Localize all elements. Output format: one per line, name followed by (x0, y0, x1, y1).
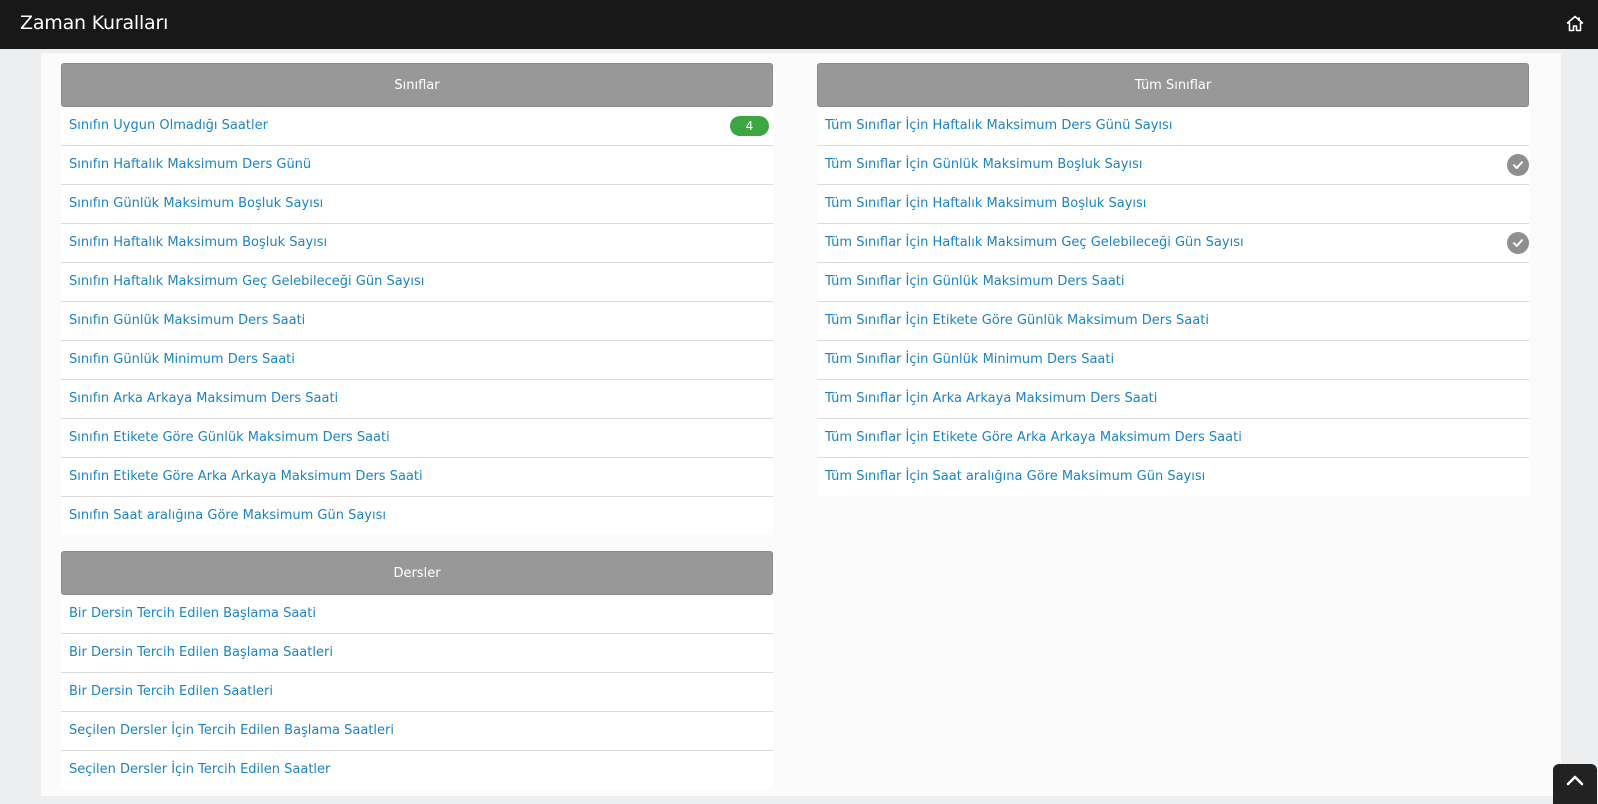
rule-label: Sınıfın Günlük Maksimum Ders Saati (69, 313, 306, 328)
check-icon (1507, 154, 1529, 176)
siniflar-panel-header: Sınıflar (61, 63, 773, 107)
rule-label: Sınıfın Haftalık Maksimum Boşluk Sayısı (69, 235, 328, 250)
tum-siniflar-rule-link[interactable]: Tüm Sınıflar İçin Günlük Maksimum Ders S… (817, 263, 1529, 302)
tum-siniflar-rule-link[interactable]: Tüm Sınıflar İçin Saat aralığına Göre Ma… (817, 458, 1529, 496)
rule-label: Sınıfın Etikete Göre Arka Arkaya Maksimu… (69, 469, 423, 484)
rule-label: Tüm Sınıflar İçin Etikete Göre Günlük Ma… (825, 313, 1209, 328)
dersler-list: Bir Dersin Tercih Edilen Başlama Saati Bi… (61, 595, 773, 789)
dersler-panel-header: Dersler (61, 551, 773, 595)
siniflar-rule-link[interactable]: Sınıfın Uygun Olmadığı Saatler 4 (61, 107, 773, 146)
dersler-rule-link[interactable]: Bir Dersin Tercih Edilen Saatleri (61, 673, 773, 712)
rule-label: Bir Dersin Tercih Edilen Başlama Saati (69, 606, 316, 621)
rules-content: Sınıflar Sınıfın Uygun Olmadığı Saatler 4… (41, 53, 1561, 796)
rule-label: Sınıfın Etikete Göre Günlük Maksimum Der… (69, 430, 390, 445)
rule-label: Tüm Sınıflar İçin Saat aralığına Göre Ma… (825, 469, 1206, 484)
rule-label: Tüm Sınıflar İçin Haftalık Maksimum Geç … (825, 235, 1244, 250)
tum-siniflar-rule-link[interactable]: Tüm Sınıflar İçin Haftalık Maksimum Boşl… (817, 185, 1529, 224)
rule-label: Sınıfın Günlük Maksimum Boşluk Sayısı (69, 196, 324, 211)
rule-label: Tüm Sınıflar İçin Haftalık Maksimum Ders… (825, 118, 1173, 133)
siniflar-rule-link[interactable]: Sınıfın Günlük Maksimum Ders Saati (61, 302, 773, 341)
tum-siniflar-rule-link[interactable]: Tüm Sınıflar İçin Günlük Maksimum Boşluk… (817, 146, 1529, 185)
chevron-up-icon (1566, 775, 1584, 786)
siniflar-rule-link[interactable]: Sınıfın Günlük Maksimum Boşluk Sayısı (61, 185, 773, 224)
dersler-rule-link[interactable]: Bir Dersin Tercih Edilen Başlama Saati (61, 595, 773, 634)
tum-siniflar-panel: Tüm Sınıflar Tüm Sınıflar İçin Haftalık … (817, 63, 1529, 496)
dersler-rule-link[interactable]: Seçilen Dersler İçin Tercih Edilen Başla… (61, 712, 773, 751)
dersler-panel: Dersler Bir Dersin Tercih Edilen Başlama… (61, 551, 773, 789)
rule-label: Bir Dersin Tercih Edilen Başlama Saatler… (69, 645, 333, 660)
siniflar-rule-link[interactable]: Sınıfın Günlük Minimum Ders Saati (61, 341, 773, 380)
tum-siniflar-rule-link[interactable]: Tüm Sınıflar İçin Haftalık Maksimum Geç … (817, 224, 1529, 263)
siniflar-rule-link[interactable]: Sınıfın Saat aralığına Göre Maksimum Gün… (61, 497, 773, 535)
rule-label: Sınıfın Günlük Minimum Ders Saati (69, 352, 295, 367)
siniflar-rule-link[interactable]: Sınıfın Haftalık Maksimum Boşluk Sayısı (61, 224, 773, 263)
tum-siniflar-rule-link[interactable]: Tüm Sınıflar İçin Arka Arkaya Maksimum D… (817, 380, 1529, 419)
rule-label: Sınıfın Haftalık Maksimum Geç Gelebilece… (69, 274, 425, 289)
rule-label: Sınıfın Uygun Olmadığı Saatler (69, 118, 268, 133)
rule-label: Tüm Sınıflar İçin Günlük Maksimum Boşluk… (825, 157, 1143, 172)
siniflar-rule-link[interactable]: Sınıfın Haftalık Maksimum Geç Gelebilece… (61, 263, 773, 302)
siniflar-rule-link[interactable]: Sınıfın Etikete Göre Günlük Maksimum Der… (61, 419, 773, 458)
rule-label: Sınıfın Haftalık Maksimum Ders Günü (69, 157, 312, 172)
page-title: Zaman Kuralları (20, 12, 169, 34)
tum-siniflar-rule-link[interactable]: Tüm Sınıflar İçin Haftalık Maksimum Ders… (817, 107, 1529, 146)
siniflar-list: Sınıfın Uygun Olmadığı Saatler 4 Sınıfın H… (61, 107, 773, 535)
dersler-rule-link[interactable]: Bir Dersin Tercih Edilen Başlama Saatler… (61, 634, 773, 673)
rule-label: Tüm Sınıflar İçin Günlük Maksimum Ders S… (825, 274, 1125, 289)
rule-label: Seçilen Dersler İçin Tercih Edilen Saatl… (69, 762, 331, 777)
home-icon[interactable] (1566, 15, 1584, 33)
tum-siniflar-rule-link[interactable]: Tüm Sınıflar İçin Etikete Göre Günlük Ma… (817, 302, 1529, 341)
siniflar-panel: Sınıflar Sınıfın Uygun Olmadığı Saatler 4… (61, 63, 773, 535)
siniflar-rule-link[interactable]: Sınıfın Arka Arkaya Maksimum Ders Saati (61, 380, 773, 419)
check-icon (1507, 232, 1529, 254)
rule-label: Tüm Sınıflar İçin Arka Arkaya Maksimum D… (825, 391, 1158, 406)
rule-label: Sınıfın Saat aralığına Göre Maksimum Gün… (69, 508, 386, 523)
rule-label: Seçilen Dersler İçin Tercih Edilen Başla… (69, 723, 394, 738)
siniflar-rule-link[interactable]: Sınıfın Haftalık Maksimum Ders Günü (61, 146, 773, 185)
scroll-to-top-button[interactable] (1553, 764, 1597, 804)
rule-label: Tüm Sınıflar İçin Etikete Göre Arka Arka… (825, 430, 1242, 445)
dersler-rule-link[interactable]: Seçilen Dersler İçin Tercih Edilen Saatl… (61, 751, 773, 789)
rule-label: Bir Dersin Tercih Edilen Saatleri (69, 684, 273, 699)
count-badge: 4 (730, 116, 769, 136)
rule-label: Sınıfın Arka Arkaya Maksimum Ders Saati (69, 391, 339, 406)
tum-siniflar-panel-header: Tüm Sınıflar (817, 63, 1529, 107)
rule-label: Tüm Sınıflar İçin Günlük Minimum Ders Sa… (825, 352, 1115, 367)
tum-siniflar-rule-link[interactable]: Tüm Sınıflar İçin Günlük Minimum Ders Sa… (817, 341, 1529, 380)
tum-siniflar-list: Tüm Sınıflar İçin Haftalık Maksimum Ders… (817, 107, 1529, 496)
rule-label: Tüm Sınıflar İçin Haftalık Maksimum Boşl… (825, 196, 1147, 211)
tum-siniflar-rule-link[interactable]: Tüm Sınıflar İçin Etikete Göre Arka Arka… (817, 419, 1529, 458)
top-bar: Zaman Kuralları (0, 0, 1598, 49)
siniflar-rule-link[interactable]: Sınıfın Etikete Göre Arka Arkaya Maksimu… (61, 458, 773, 497)
